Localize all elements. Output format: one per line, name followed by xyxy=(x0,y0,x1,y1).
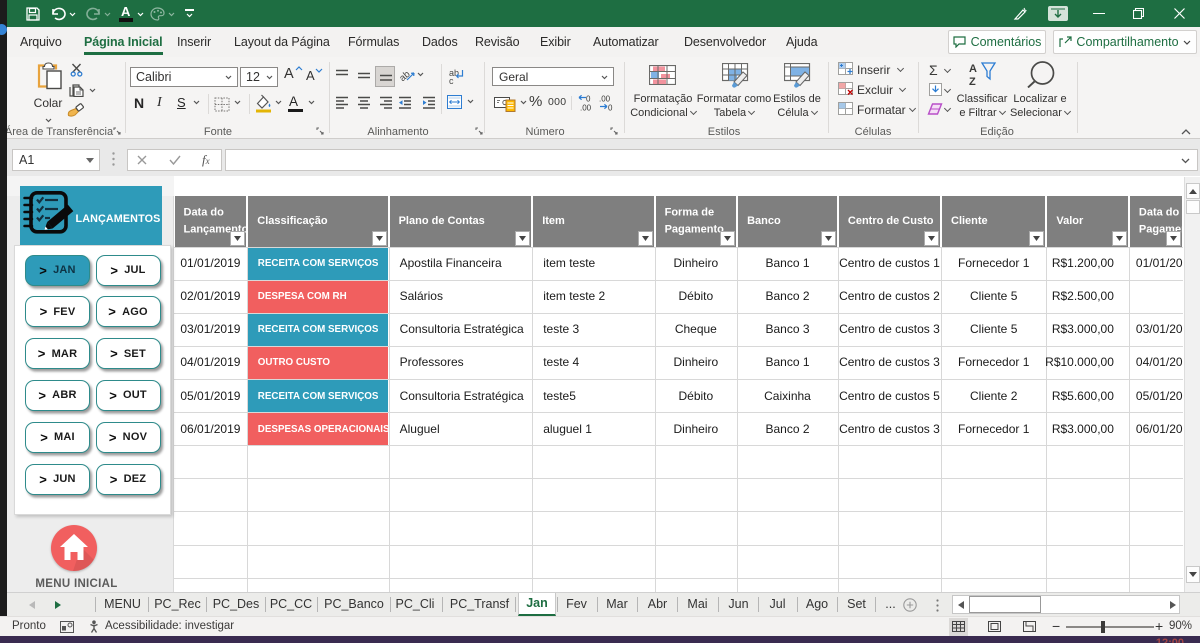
svg-text:0: 0 xyxy=(608,104,613,113)
svg-text:ab: ab xyxy=(400,69,412,82)
svg-text:A: A xyxy=(969,63,977,75)
svg-text:Z: Z xyxy=(969,76,976,87)
svg-text:.00: .00 xyxy=(599,95,611,104)
svg-text:.00: .00 xyxy=(580,104,592,113)
svg-text:0: 0 xyxy=(586,95,591,104)
svg-text:c: c xyxy=(449,76,454,84)
